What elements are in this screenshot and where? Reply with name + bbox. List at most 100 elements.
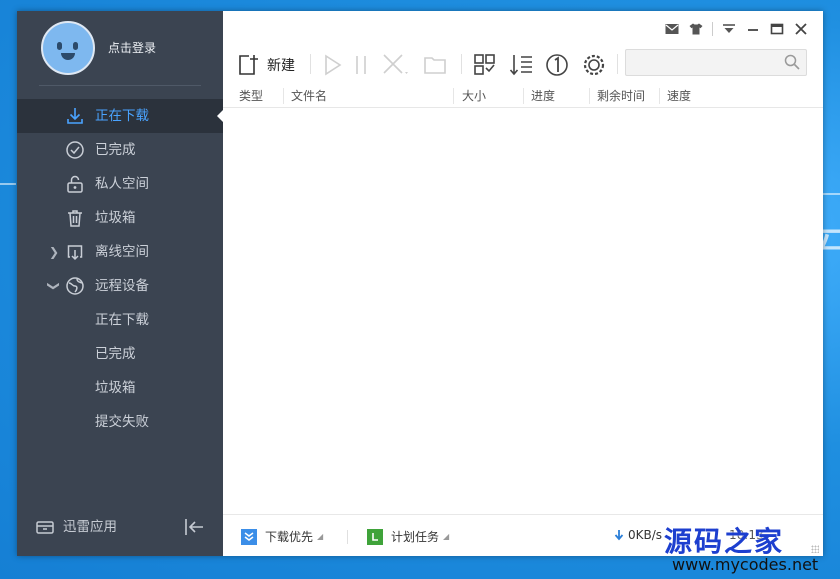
sidebar-item-completed[interactable]: 已完成: [17, 133, 223, 167]
sidebar-subitem-remote-downloading[interactable]: 正在下载: [17, 303, 223, 337]
window-controls: [660, 19, 813, 39]
column-type[interactable]: 类型: [239, 87, 263, 105]
new-file-icon: [239, 55, 258, 75]
sidebar-item-label: 提交失败: [95, 414, 149, 430]
check-circle-icon: [66, 141, 84, 159]
menu-dropdown-icon: [723, 24, 735, 33]
tshirt-icon: [689, 23, 703, 35]
download-speed-value: 0KB/s: [628, 528, 663, 542]
new-task-label: 新建: [267, 58, 295, 74]
column-size[interactable]: 大小: [462, 87, 486, 105]
download-list[interactable]: [223, 108, 823, 514]
download-priority-icon: [241, 529, 257, 545]
search-icon[interactable]: [784, 54, 800, 70]
login-link[interactable]: 点击登录: [108, 39, 156, 56]
sidebar-subitem-remote-completed[interactable]: 已完成: [17, 337, 223, 371]
column-speed[interactable]: 速度: [667, 87, 691, 105]
scheduled-tasks-label: 计划任务: [391, 530, 440, 544]
apps-label: 迅雷应用: [63, 519, 117, 535]
cloud-download-icon: [67, 245, 83, 261]
sidebar-item-label: 已完成: [95, 346, 136, 362]
download-speed: 0KB/s: [613, 528, 662, 542]
avatar-eye: [57, 42, 62, 50]
sidebar-item-label: 已完成: [95, 142, 136, 158]
resize-grip[interactable]: [811, 545, 819, 553]
sidebar-footer: 迅雷应用: [17, 500, 223, 556]
sidebar-item-label: 私人空间: [95, 176, 149, 192]
message-button[interactable]: [660, 19, 684, 39]
unlock-icon: [67, 175, 83, 193]
sidebar-divider: [39, 85, 201, 86]
printer-box-icon: [36, 521, 54, 534]
column-divider: [453, 88, 454, 104]
maximize-button[interactable]: [765, 19, 789, 39]
main-panel: 新建 类型 文件名 大小 进度 剩余时间 速度 下载优先 ◢ 计划任务 ◢ 0K…: [223, 11, 823, 556]
download-arrow-icon: [67, 108, 83, 124]
chevron-right-icon[interactable]: ❯: [49, 235, 59, 269]
maximize-icon: [770, 23, 784, 35]
down-arrow-icon: [614, 530, 624, 541]
column-filename[interactable]: 文件名: [291, 87, 327, 105]
collapse-sidebar-icon[interactable]: [183, 515, 207, 539]
column-divider: [589, 88, 590, 104]
globe-icon: [66, 277, 84, 295]
download-priority-label: 下载优先: [265, 530, 314, 544]
sort-list-icon[interactable]: [509, 52, 535, 78]
sidebar-item-label: 离线空间: [95, 244, 149, 260]
single-task-icon[interactable]: [545, 52, 571, 78]
sidebar-item-label: 垃圾箱: [95, 210, 136, 226]
sidebar-item-offline-space[interactable]: ❯ 离线空间: [17, 235, 223, 269]
column-divider: [523, 88, 524, 104]
delete-x-icon[interactable]: [381, 52, 409, 78]
new-task-button[interactable]: 新建: [237, 52, 295, 78]
mail-icon: [665, 24, 679, 34]
dropdown-triangle-icon: ◢: [317, 532, 324, 541]
sidebar-item-label: 远程设备: [95, 278, 149, 294]
scheduled-tasks-icon: [367, 529, 383, 545]
folder-icon[interactable]: [423, 52, 447, 78]
close-icon: [795, 23, 807, 35]
column-remaining-time[interactable]: 剩余时间: [597, 87, 645, 105]
minimize-button[interactable]: [741, 19, 765, 39]
close-button[interactable]: [789, 19, 813, 39]
avatar[interactable]: [41, 21, 95, 75]
download-priority-toggle[interactable]: 下载优先 ◢: [241, 528, 323, 546]
sidebar-item-remote-devices[interactable]: ❯ 远程设备: [17, 269, 223, 303]
column-header: 类型 文件名 大小 进度 剩余时间 速度: [223, 85, 823, 108]
avatar-mouth: [61, 53, 75, 60]
thunder-window: 点击登录 正在下载 已完成 私人空间 垃圾箱 ❯ 离线空间 ❯ 远程设备 正在下…: [17, 11, 823, 556]
watermark-url: www.mycodes.net: [672, 555, 819, 574]
skin-button[interactable]: [684, 19, 708, 39]
settings-gear-icon[interactable]: [581, 52, 607, 78]
play-icon[interactable]: [321, 52, 345, 78]
grid-view-icon[interactable]: [473, 52, 497, 78]
column-divider: [283, 88, 284, 104]
toolbar: 新建: [223, 49, 823, 79]
sidebar-item-label: 正在下载: [95, 312, 149, 328]
scheduled-tasks-button[interactable]: 计划任务 ◢: [367, 528, 449, 546]
status-divider: [347, 530, 348, 544]
apps-button[interactable]: 迅雷应用: [35, 516, 117, 538]
toolbar-divider: [461, 54, 462, 74]
sidebar-item-private-space[interactable]: 私人空间: [17, 167, 223, 201]
avatar-eye: [73, 42, 78, 50]
search-input[interactable]: [625, 49, 807, 76]
sidebar-item-label: 垃圾箱: [95, 380, 136, 396]
menu-button[interactable]: [717, 19, 741, 39]
pause-icon[interactable]: [351, 52, 371, 78]
toolbar-divider: [617, 54, 618, 74]
toolbar-divider: [310, 54, 311, 74]
desktop-decor-line: [0, 183, 16, 185]
sidebar: 点击登录 正在下载 已完成 私人空间 垃圾箱 ❯ 离线空间 ❯ 远程设备 正在下…: [17, 11, 223, 556]
sidebar-item-downloading[interactable]: 正在下载: [17, 99, 223, 133]
trash-icon: [68, 210, 82, 227]
dropdown-triangle-icon: ◢: [443, 532, 450, 541]
sidebar-subitem-remote-failed[interactable]: 提交失败: [17, 405, 223, 439]
column-progress[interactable]: 进度: [531, 87, 555, 105]
column-divider: [659, 88, 660, 104]
sidebar-item-trash[interactable]: 垃圾箱: [17, 201, 223, 235]
minimize-icon: [748, 29, 758, 31]
desktop-decor-line: [823, 193, 840, 195]
sidebar-item-label: 正在下载: [95, 108, 149, 124]
sidebar-subitem-remote-trash[interactable]: 垃圾箱: [17, 371, 223, 405]
